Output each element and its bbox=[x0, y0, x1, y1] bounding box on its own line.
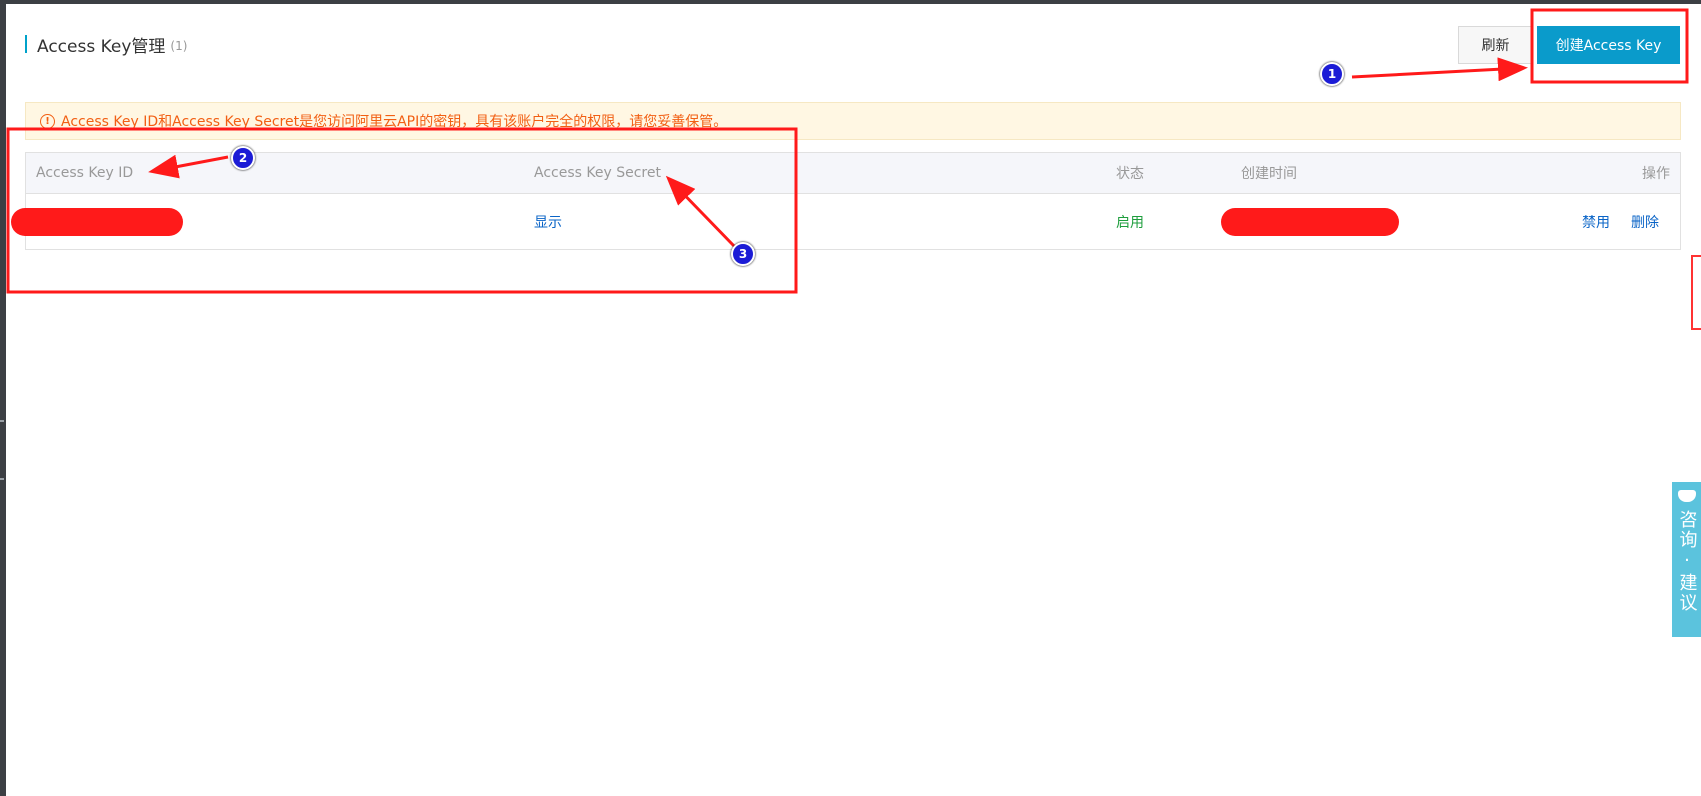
access-key-table: Access Key ID Access Key Secret 状态 创建时间 … bbox=[11, 152, 1681, 250]
column-header-actions: 操作 bbox=[1642, 166, 1670, 182]
create-access-key-button[interactable]: 创建Access Key bbox=[1537, 26, 1680, 64]
feedback-widget[interactable]: 咨询·建议 bbox=[1672, 482, 1701, 637]
created-at-redacted bbox=[1221, 207, 1399, 236]
scroll-tick bbox=[0, 478, 4, 480]
column-header-access-key-secret: Access Key Secret bbox=[534, 165, 661, 181]
page-header: Access Key管理 (1) bbox=[25, 28, 187, 60]
status-enabled: 启用 bbox=[1116, 214, 1144, 231]
chat-icon bbox=[1677, 490, 1696, 502]
page-title: Access Key管理 bbox=[37, 36, 166, 57]
show-secret-link[interactable]: 显示 bbox=[534, 194, 562, 249]
annotation-marker-2: 2 bbox=[231, 146, 255, 170]
table-header: Access Key ID Access Key Secret 状态 创建时间 … bbox=[26, 153, 1680, 194]
delete-link[interactable]: 删除 bbox=[1631, 194, 1659, 249]
title-accent-bar bbox=[25, 35, 27, 53]
window-left-strip bbox=[0, 0, 6, 796]
exclamation-icon: ! bbox=[40, 113, 55, 129]
scroll-tick bbox=[0, 420, 4, 422]
annotation-marker-1: 1 bbox=[1320, 62, 1344, 86]
security-notice: ! Access Key ID和Access Key Secret是您访问阿里云… bbox=[25, 102, 1681, 140]
access-key-id-redacted bbox=[11, 207, 183, 236]
created-at-cell bbox=[1221, 194, 1399, 249]
arrow-to-create bbox=[1351, 57, 1528, 82]
table-row: 显示 启用 禁用 删除 bbox=[11, 194, 1680, 249]
column-header-access-key-id: Access Key ID bbox=[36, 165, 134, 181]
column-header-status: 状态 bbox=[1116, 166, 1144, 182]
disable-link[interactable]: 禁用 bbox=[1582, 194, 1610, 249]
access-key-id-cell bbox=[11, 194, 183, 249]
window-top-strip bbox=[0, 0, 1701, 4]
feedback-label: 咨询·建议 bbox=[1676, 510, 1698, 613]
annotation-marker-3: 3 bbox=[731, 242, 755, 266]
security-notice-text: Access Key ID和Access Key Secret是您访问阿里云AP… bbox=[61, 114, 728, 130]
column-header-created-at: 创建时间 bbox=[1241, 166, 1297, 182]
key-count: (1) bbox=[170, 38, 188, 53]
refresh-button[interactable]: 刷新 bbox=[1458, 26, 1533, 64]
right-edge-annotation-box bbox=[1691, 255, 1701, 330]
